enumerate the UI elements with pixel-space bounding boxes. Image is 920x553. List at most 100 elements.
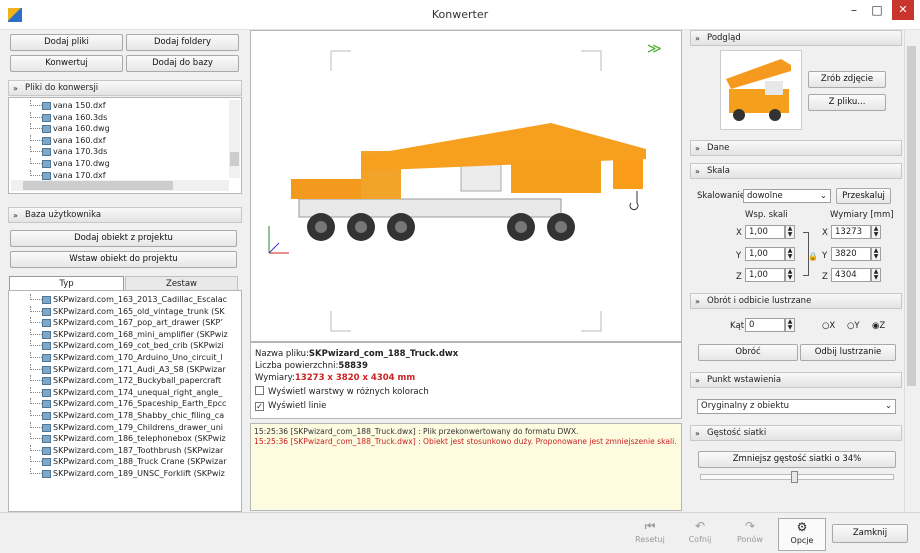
db-item[interactable]: SKPwizard.com_172_Buckyball_papercraft <box>9 375 241 387</box>
db-item[interactable]: SKPwizard.com_176_Spaceship_Earth_Epcc <box>9 398 241 410</box>
insertion-header[interactable]: » Punkt wstawienia <box>690 372 902 388</box>
close-button[interactable]: Zamknij <box>832 524 908 543</box>
dim-x-input[interactable]: 13273 <box>831 225 871 239</box>
undo-icon: ↶ <box>694 519 706 533</box>
scaling-select[interactable]: dowolne ⌄ <box>743 189 831 203</box>
tree-line <box>30 169 42 176</box>
db-item[interactable]: SKPwizard.com_171_Audi_A3_S8 (SKPwizar <box>9 363 241 376</box>
axis-y-radio[interactable]: ○Y <box>847 321 860 331</box>
dim-z-stepper[interactable]: ▲ ▼ <box>871 268 881 282</box>
scale-z-input[interactable]: 1,00 <box>745 268 785 282</box>
maximize-button[interactable]: □ <box>866 1 888 21</box>
tree-line <box>30 340 42 347</box>
files-tree[interactable]: vana 150.dxf vana 160.3ds vana 160.dwg vana… <box>8 97 242 194</box>
model-viewport[interactable]: ≫ <box>250 30 682 342</box>
db-item[interactable]: SKPwizard.com_163_2013_Cadillac_Escalac <box>9 294 241 306</box>
mirror-button[interactable]: Odbij lustrzanie <box>800 344 896 361</box>
add-files-button[interactable]: Dodaj pliki <box>10 34 123 51</box>
axis-z-radio[interactable]: ◉Z <box>872 321 885 331</box>
scale-y-input[interactable]: 1,00 <box>745 247 785 261</box>
dims-line: Wymiary:13273 x 3820 x 4304 mm <box>255 373 416 383</box>
dim-x-stepper[interactable]: ▲ ▼ <box>871 225 881 239</box>
tab-type[interactable]: Typ <box>9 276 124 291</box>
files-hscrollbar[interactable] <box>11 180 229 191</box>
tree-line <box>30 467 42 474</box>
tree-line <box>30 386 42 393</box>
files-panel-header[interactable]: » Pliki do konwersji <box>8 80 242 96</box>
reset-button[interactable]: ⏮ Resetuj <box>626 518 674 551</box>
db-item[interactable]: SKPwizard.com_167_pop_art_drawer (SKP’ <box>9 317 241 329</box>
db-item[interactable]: SKPwizard.com_187_Toothbrush (SKPwizar <box>9 444 241 457</box>
dim-y-input[interactable]: 3820 <box>831 247 871 261</box>
lines-checkbox-row[interactable]: ✓ Wyświetl linie <box>255 401 326 411</box>
scroll-thumb[interactable] <box>230 152 239 166</box>
db-item[interactable]: SKPwizard.com_179_Childrens_drawer_uni <box>9 421 241 434</box>
db-item[interactable]: SKPwizard.com_188_Truck Crane (SKPwizar <box>9 456 241 468</box>
add-folders-button[interactable]: Dodaj foldery <box>126 34 239 51</box>
hscroll-thumb[interactable] <box>23 181 173 190</box>
db-item[interactable]: SKPwizard.com_165_old_vintage_trunk (SK <box>9 305 241 318</box>
lines-checkbox[interactable]: ✓ <box>255 402 264 411</box>
from-file-button[interactable]: Z pliku... <box>808 94 886 111</box>
reduce-mesh-button[interactable]: Zmniejsz gęstość siatki o 34% <box>698 451 896 468</box>
right-scrollbar[interactable] <box>904 30 918 512</box>
add-to-db-button[interactable]: Dodaj do bazy <box>126 55 239 72</box>
db-item[interactable]: SKPwizard.com_178_Shabby_chic_filing_ca <box>9 409 241 422</box>
undo-button[interactable]: ↶ Cofnij <box>676 518 724 551</box>
data-header[interactable]: » Dane <box>690 140 902 156</box>
scale-x-input[interactable]: 1,00 <box>745 225 785 239</box>
angle-input[interactable]: 0 <box>745 318 785 332</box>
add-from-project-button[interactable]: Dodaj obiekt z projektu <box>10 230 237 247</box>
scale-z-stepper[interactable]: ▲ ▼ <box>785 268 795 282</box>
redo-button[interactable]: ↷ Ponów <box>726 518 774 551</box>
rotation-header[interactable]: » Obrót i odbicie lustrzane <box>690 293 902 309</box>
scale-x-stepper[interactable]: ▲ ▼ <box>785 225 795 239</box>
filename-value: SKPwizard_com_188_Truck.dwx <box>308 349 459 359</box>
file-item[interactable]: vana 170.dwg <box>9 157 241 170</box>
user-db-header[interactable]: » Baza użytkownika <box>8 207 242 223</box>
options-button[interactable]: ⚙ Opcje <box>778 518 826 551</box>
model-icon <box>42 400 51 409</box>
frame-corner-tr <box>581 50 602 71</box>
user-db-tree[interactable]: SKPwizard.com_163_2013_Cadillac_Escalac S… <box>8 290 242 512</box>
scale-header[interactable]: » Skala <box>690 163 902 179</box>
layers-checkbox[interactable] <box>255 386 264 395</box>
tree-line <box>30 157 42 164</box>
dims-mm-label: Wymiary [mm] <box>830 210 894 220</box>
scale-y-stepper[interactable]: ▲ ▼ <box>785 247 795 261</box>
file-item[interactable]: vana 150.dxf <box>9 100 241 112</box>
file-item[interactable]: vana 160.dwg <box>9 123 241 135</box>
db-item[interactable]: SKPwizard.com_169_cot_bed_crib (SKPwizi <box>9 340 241 352</box>
db-item[interactable]: SKPwizard.com_189_UNSC_Forklift (SKPwiz <box>9 467 241 480</box>
minimize-button[interactable]: – <box>843 1 865 21</box>
insertion-select[interactable]: Oryginalny z obiektu ⌄ <box>697 399 896 414</box>
rotate-button[interactable]: Obróć <box>698 344 798 361</box>
insert-to-project-button[interactable]: Wstaw obiekt do projektu <box>10 251 237 268</box>
file-item[interactable]: vana 160.dxf <box>9 134 241 147</box>
mesh-slider-thumb[interactable] <box>791 471 798 483</box>
tab-set[interactable]: Zestaw <box>125 276 238 291</box>
db-item[interactable]: SKPwizard.com_174_unequal_right_angle_ <box>9 386 241 399</box>
db-item[interactable]: SKPwizard.com_168_mini_amplifier (SKPwiz <box>9 328 241 341</box>
preview-header[interactable]: » Podgląd <box>690 30 902 46</box>
rescale-button[interactable]: Przeskaluj <box>836 188 891 204</box>
db-item[interactable]: SKPwizard.com_170_Arduino_Uno_circuit_l <box>9 351 241 364</box>
layers-checkbox-row[interactable]: Wyświetl warstwy w różnych kolorach <box>255 386 429 397</box>
files-scrollbar[interactable] <box>229 100 240 178</box>
convert-button[interactable]: Konwertuj <box>10 55 123 72</box>
right-scroll-thumb[interactable] <box>907 46 916 386</box>
file-item[interactable]: vana 160.3ds <box>9 111 241 124</box>
snapshot-button[interactable]: Zrób zdjęcie <box>808 71 886 88</box>
lock-icon[interactable]: 🔒 <box>808 252 818 261</box>
mesh-header[interactable]: » Gęstość siatki <box>690 425 902 441</box>
dim-z-input[interactable]: 4304 <box>831 268 871 282</box>
angle-stepper[interactable]: ▲ ▼ <box>785 318 795 332</box>
axis-x-radio[interactable]: ○X <box>822 321 835 331</box>
file-item[interactable]: vana 170.3ds <box>9 146 241 158</box>
model-icon <box>42 388 51 397</box>
dx-label: X <box>822 228 828 238</box>
dim-y-stepper[interactable]: ▲ ▼ <box>871 247 881 261</box>
db-item[interactable]: SKPwizard.com_186_telephonebox (SKPwiz <box>9 433 241 445</box>
close-window-button[interactable]: ✕ <box>892 0 914 20</box>
model-icon <box>42 319 51 328</box>
